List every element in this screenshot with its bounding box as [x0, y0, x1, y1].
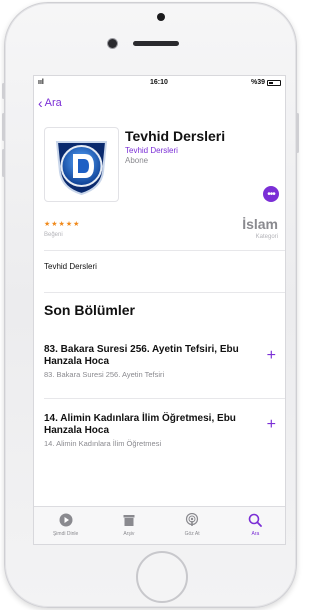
rating-stars: ★★★★★ — [44, 221, 81, 228]
tab-label: Arşiv — [123, 531, 135, 537]
tab-browse[interactable]: Göz At — [161, 507, 224, 544]
add-episode-plus-icon[interactable]: + — [267, 417, 276, 433]
podcast-title: Tevhid Dersleri — [125, 128, 226, 144]
more-options-button[interactable]: ••• — [263, 186, 279, 202]
divider — [44, 398, 285, 399]
earpiece-speaker — [133, 41, 179, 46]
episode-row[interactable]: 14. Alimin Kadınlara İlim Öğretmesi, Ebu… — [44, 413, 276, 448]
status-bar: ııl 16:10 %39 — [34, 76, 285, 90]
episode-subtitle: 14. Alimin Kadınlara İlim Öğretmesi — [44, 439, 162, 448]
tab-search[interactable]: Ara — [224, 507, 285, 544]
search-icon — [248, 512, 263, 528]
podcast-description: Tevhid Dersleri — [44, 262, 97, 271]
home-button[interactable] — [136, 551, 188, 603]
tab-bar: Şimdi Dinle Arşiv Göz At Ara — [34, 506, 285, 544]
sensor-dot — [157, 13, 165, 21]
ellipsis-icon: ••• — [267, 188, 275, 200]
signal-indicator: ııl — [38, 79, 44, 86]
rating-label: Beğeni — [44, 232, 63, 238]
battery-icon — [267, 79, 281, 86]
podcast-author-link[interactable]: Tevhid Dersleri — [125, 146, 178, 155]
podcast-artwork — [44, 127, 119, 202]
tab-label: Şimdi Dinle — [52, 531, 79, 537]
subscription-status: Abone — [125, 156, 149, 165]
archive-icon — [122, 512, 136, 528]
episode-title: 83. Bakara Suresi 256. Ayetin Tefsiri, E… — [44, 344, 239, 367]
silent-switch — [2, 83, 5, 99]
screen: ııl 16:10 %39 ‹ Ara Tevhid Dersleri Tevh… — [33, 75, 286, 545]
phone-frame: ııl 16:10 %39 ‹ Ara Tevhid Dersleri Tevh… — [2, 2, 299, 608]
divider — [44, 292, 285, 293]
battery-percent: %39 — [250, 79, 265, 86]
back-label: Ara — [44, 97, 62, 109]
category-value[interactable]: İslam — [242, 216, 278, 232]
podcast-icon — [185, 512, 199, 528]
volume-up-button — [2, 113, 5, 141]
section-title: Son Bölümler — [44, 302, 136, 318]
tab-label: Ara — [251, 531, 260, 537]
play-circle-icon — [59, 512, 73, 528]
tab-listen-now[interactable]: Şimdi Dinle — [34, 507, 97, 544]
status-time: 16:10 — [150, 79, 168, 86]
front-camera — [108, 39, 117, 48]
episode-subtitle: 83. Bakara Suresi 256. Ayetin Tefsiri — [44, 370, 165, 379]
divider — [44, 250, 285, 251]
podcast-logo — [55, 141, 108, 196]
volume-down-button — [2, 149, 5, 177]
chevron-left-icon: ‹ — [38, 95, 43, 111]
status-right: %39 — [251, 79, 281, 86]
back-button[interactable]: ‹ Ara — [38, 95, 62, 111]
add-episode-plus-icon[interactable]: + — [267, 348, 276, 364]
category-label: Kategori — [255, 234, 278, 240]
tab-archive[interactable]: Arşiv — [97, 507, 160, 544]
episode-row[interactable]: 83. Bakara Suresi 256. Ayetin Tefsiri, E… — [44, 344, 276, 379]
tab-label: Göz At — [184, 531, 200, 537]
power-button — [296, 113, 299, 153]
episode-title: 14. Alimin Kadınlara İlim Öğretmesi, Ebu… — [44, 413, 236, 436]
